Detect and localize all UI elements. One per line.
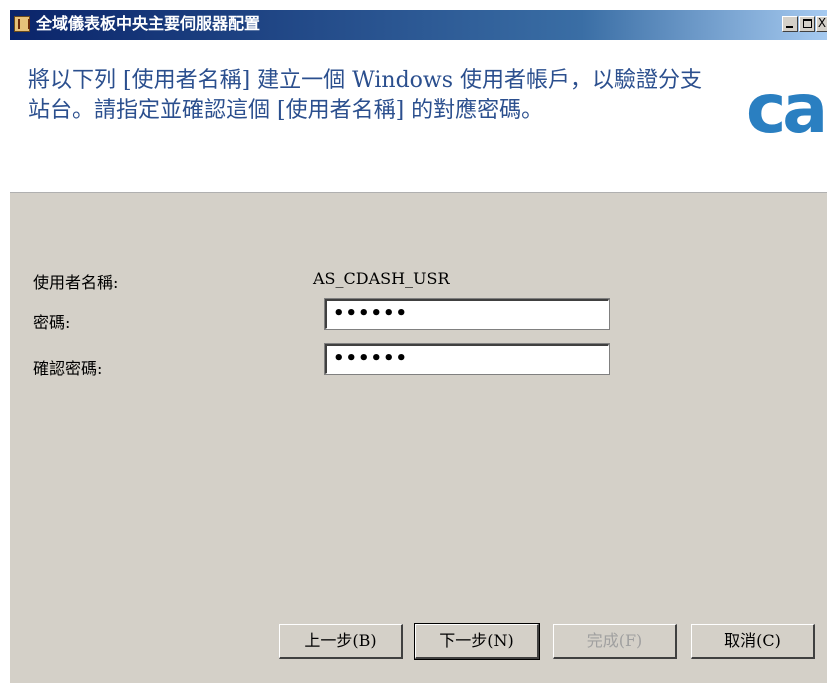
window-title: 全域儀表板中央主要伺服器配置 (36, 14, 261, 33)
confirm-password-field[interactable]: •••••• (324, 343, 610, 375)
description-line-2: 站台。請指定並確認這個 [使用者名稱] 的對應密碼。 (28, 98, 544, 123)
next-button[interactable]: 下一步(N) (414, 623, 540, 660)
close-button[interactable]: X (816, 16, 827, 32)
maximize-button[interactable] (799, 16, 815, 32)
username-value: AS_CDASH_USR (313, 269, 450, 288)
app-icon (14, 16, 30, 32)
minimize-button[interactable] (782, 16, 798, 32)
password-field[interactable]: •••••• (324, 298, 610, 330)
wizard-header: 將以下列 [使用者名稱] 建立一個 Windows 使用者帳戶，以驗證分支 站台… (10, 40, 827, 193)
logo-text: ca (746, 80, 824, 140)
password-label: 密碼: (33, 313, 71, 332)
username-label: 使用者名稱: (33, 273, 119, 292)
back-button[interactable]: 上一步(B) (279, 624, 403, 659)
finish-button[interactable]: 完成(F) (553, 624, 677, 659)
confirm-password-label: 確認密碼: (33, 359, 103, 378)
description-line-1: 將以下列 [使用者名稱] 建立一個 Windows 使用者帳戶，以驗證分支 (28, 68, 703, 93)
wizard-window: 全域儀表板中央主要伺服器配置 X 將以下列 [使用者名稱] 建立一個 Windo… (10, 10, 827, 683)
header-description: 將以下列 [使用者名稱] 建立一個 Windows 使用者帳戶，以驗證分支 站台… (28, 66, 748, 126)
cancel-button[interactable]: 取消(C) (691, 624, 815, 659)
ca-logo: ca (746, 80, 827, 140)
title-bar[interactable]: 全域儀表板中央主要伺服器配置 X (10, 10, 827, 40)
close-icon: X (817, 16, 827, 30)
